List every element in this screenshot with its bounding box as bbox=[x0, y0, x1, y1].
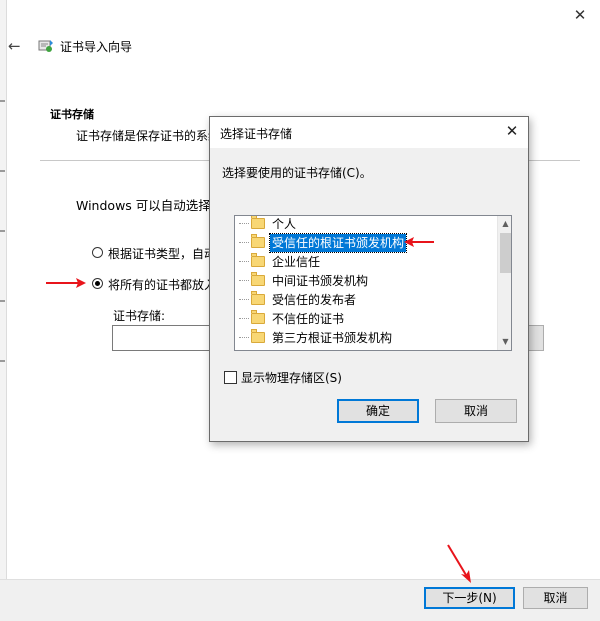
browse-button[interactable] bbox=[528, 325, 544, 351]
next-button[interactable]: 下一步(N) bbox=[424, 587, 515, 609]
section-title: 证书存储 bbox=[50, 108, 94, 121]
red-arrow-icon bbox=[447, 544, 471, 583]
back-arrow-icon[interactable]: ← bbox=[8, 36, 28, 56]
ok-button[interactable]: 确定 bbox=[337, 399, 419, 423]
certificate-store-tree[interactable]: 个人 受信任的根证书颁发机构 企业信任 中间证书颁发机构 受信任的发布者 不信任… bbox=[234, 215, 512, 351]
certificate-icon bbox=[38, 40, 53, 52]
red-arrow-icon bbox=[404, 237, 434, 247]
dialog-body: 选择要使用的证书存储(C)。 个人 受信任的根证书颁发机构 企业信任 中间证书颁… bbox=[210, 148, 528, 441]
tree-item-label[interactable]: 不信任的证书 bbox=[270, 310, 346, 328]
scroll-up-icon[interactable]: ▲ bbox=[498, 216, 511, 232]
window-left-edge bbox=[0, 0, 7, 620]
folder-icon bbox=[251, 329, 265, 343]
auto-select-text: Windows 可以自动选择证 bbox=[76, 198, 224, 213]
certificate-store-label: 证书存储: bbox=[113, 309, 166, 323]
dialog-prompt: 选择要使用的证书存储(C)。 bbox=[222, 166, 372, 180]
folder-icon bbox=[251, 291, 265, 305]
dialog-cancel-button[interactable]: 取消 bbox=[435, 399, 517, 423]
section-description: 证书存储是保存证书的系统 bbox=[76, 129, 221, 143]
folder-icon bbox=[251, 253, 265, 267]
radio-auto-select[interactable] bbox=[92, 247, 103, 258]
close-icon[interactable]: ✕ bbox=[568, 4, 592, 26]
folder-icon bbox=[251, 234, 265, 248]
folder-icon bbox=[251, 272, 265, 286]
show-physical-checkbox[interactable] bbox=[224, 371, 237, 384]
select-store-dialog: 选择证书存储 ✕ 选择要使用的证书存储(C)。 个人 受信任的根证书颁发机构 企… bbox=[209, 116, 529, 442]
certificate-store-field[interactable] bbox=[112, 325, 212, 351]
scroll-down-icon[interactable]: ▼ bbox=[498, 334, 511, 350]
folder-icon bbox=[251, 310, 265, 324]
radio-auto-select-label[interactable]: 根据证书类型，自动 bbox=[108, 245, 216, 262]
tree-item-label[interactable]: 个人 bbox=[270, 216, 298, 233]
radio-place-all-label[interactable]: 将所有的证书都放入 bbox=[108, 276, 216, 293]
tree-item-label-selected[interactable]: 受信任的根证书颁发机构 bbox=[268, 233, 408, 253]
tree-item-label[interactable]: 第三方根证书颁发机构 bbox=[270, 329, 394, 347]
tree-item-label[interactable]: 受信任的发布者 bbox=[270, 291, 358, 309]
close-icon[interactable]: ✕ bbox=[500, 119, 524, 143]
tree-item-label[interactable]: 企业信任 bbox=[270, 253, 322, 271]
tree-item-label[interactable]: 中间证书颁发机构 bbox=[270, 272, 370, 290]
red-arrow-icon bbox=[46, 278, 86, 288]
vertical-scrollbar[interactable]: ▲ ▼ bbox=[497, 216, 511, 350]
wizard-title: 证书导入向导 bbox=[60, 40, 133, 54]
scroll-thumb[interactable] bbox=[500, 233, 511, 273]
show-physical-label[interactable]: 显示物理存储区(S) bbox=[241, 369, 342, 386]
folder-icon bbox=[251, 216, 265, 229]
radio-place-all[interactable] bbox=[92, 278, 103, 289]
dialog-title: 选择证书存储 bbox=[220, 127, 293, 141]
cancel-button[interactable]: 取消 bbox=[523, 587, 588, 609]
